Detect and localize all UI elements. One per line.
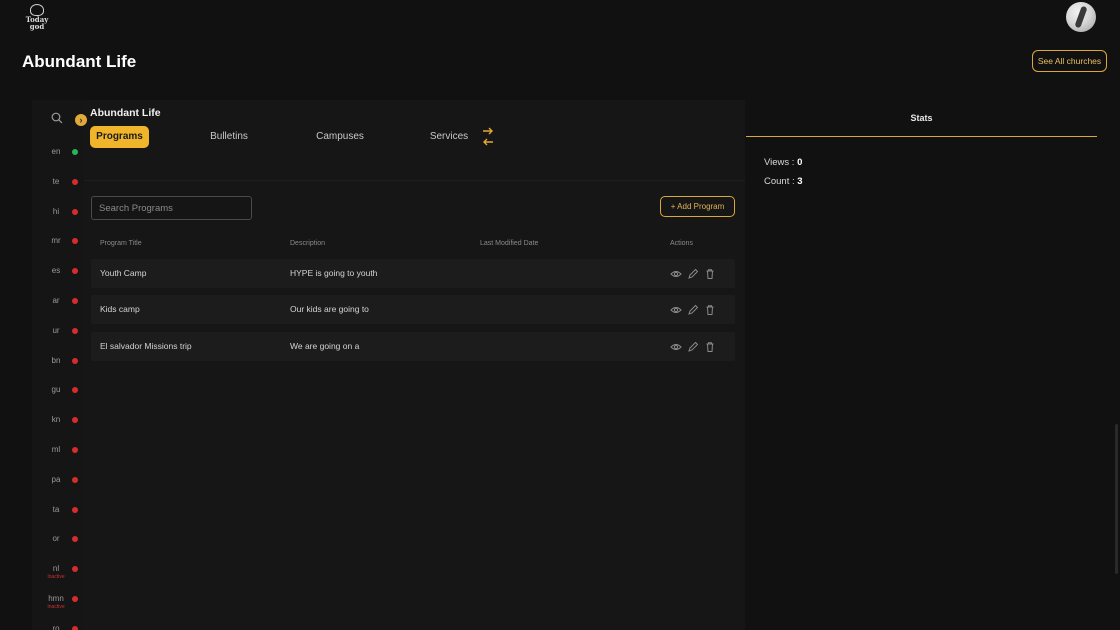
- tab-services[interactable]: Services: [424, 126, 474, 148]
- table-row[interactable]: Youth Camp HYPE is going to youth: [91, 259, 735, 288]
- status-missing-dot: [72, 506, 78, 513]
- count-label: Count :: [764, 176, 798, 187]
- search-programs-input[interactable]: [91, 196, 252, 220]
- program-description-cell: We are going on a: [290, 340, 360, 351]
- pencil-icon[interactable]: [687, 267, 699, 279]
- column-header-modified: Last Modified Date: [480, 240, 539, 247]
- status-missing-dot: [72, 178, 78, 185]
- views-label: Views :: [764, 157, 798, 168]
- language-item-en[interactable]: en: [32, 147, 84, 161]
- status-missing-dot: [72, 327, 78, 334]
- language-item-te[interactable]: te: [32, 177, 84, 191]
- tab-programs[interactable]: Programs: [90, 126, 149, 148]
- pencil-icon[interactable]: [687, 340, 699, 352]
- inactive-label: Inactive: [47, 604, 65, 610]
- column-header-actions: Actions: [670, 240, 693, 247]
- tab-bulletins[interactable]: Bulletins: [204, 126, 254, 148]
- add-program-button[interactable]: + Add Program: [660, 196, 735, 217]
- stats-heading: Stats: [746, 100, 1097, 137]
- trash-icon[interactable]: [704, 340, 716, 352]
- status-missing-dot: [72, 476, 78, 483]
- count-stat: Count : 3: [764, 176, 803, 187]
- status-missing-dot: [72, 357, 78, 364]
- page-scrollbar[interactable]: [1115, 424, 1118, 574]
- trash-icon[interactable]: [704, 303, 716, 316]
- language-item-nl[interactable]: nl Inactive: [32, 564, 84, 581]
- user-avatar[interactable]: [1066, 2, 1096, 32]
- see-all-churches-button[interactable]: See All churches: [1032, 50, 1107, 72]
- status-missing-dot: [72, 447, 78, 453]
- program-description-cell: Our kids are going to: [290, 304, 369, 315]
- views-stat: Views : 0: [764, 157, 802, 168]
- count-value: 3: [797, 176, 803, 187]
- app-logo[interactable]: Today god: [26, 3, 48, 31]
- status-missing-dot: [72, 208, 78, 215]
- language-item-mr[interactable]: mr: [32, 236, 84, 250]
- eye-icon[interactable]: [670, 303, 682, 315]
- status-missing-dot: [72, 298, 78, 304]
- table-row[interactable]: El salvador Missions trip We are going on…: [91, 331, 735, 361]
- language-item-bn[interactable]: bn: [32, 356, 84, 370]
- status-missing-dot: [72, 625, 78, 630]
- program-title-cell: Kids camp: [100, 304, 140, 315]
- language-item-hmn[interactable]: hmn Inactive: [32, 594, 84, 610]
- language-item-pa[interactable]: pa: [32, 475, 84, 489]
- language-item-ta[interactable]: ta: [32, 505, 84, 519]
- program-title-cell: Youth Camp: [100, 268, 147, 278]
- swap-arrows-icon[interactable]: [482, 127, 494, 147]
- language-item-ro[interactable]: ro: [32, 624, 84, 630]
- views-value: 0: [797, 157, 803, 168]
- language-item-ml[interactable]: ml: [32, 445, 84, 459]
- column-header-description: Description: [290, 240, 326, 247]
- program-description-cell: HYPE is going to youth: [290, 268, 378, 278]
- eye-icon[interactable]: [670, 267, 682, 279]
- column-header-title: Program Title: [100, 240, 142, 247]
- page-title: Abundant Life: [22, 52, 137, 71]
- logo-text-bottom: god: [29, 22, 45, 31]
- tab-campuses[interactable]: Campuses: [312, 126, 368, 148]
- language-sidebar: › en te hi mr es ar ur bn gu kn ml pa ta or nl Inactive…: [32, 100, 87, 630]
- church-panel: › en te hi mr es ar ur bn gu kn ml pa ta or nl Inactive…: [32, 100, 745, 630]
- language-item-ar[interactable]: ar: [32, 296, 84, 310]
- language-item-es[interactable]: es: [32, 266, 84, 280]
- program-title-cell: El salvador Missions trip: [100, 340, 192, 351]
- search-icon[interactable]: [51, 112, 63, 124]
- status-check-icon: [72, 149, 78, 155]
- pencil-icon[interactable]: [687, 303, 699, 316]
- church-name: Abundant Life: [90, 107, 161, 119]
- eye-icon[interactable]: [670, 340, 682, 352]
- stats-panel: Stats Views : 0 Count : 3: [746, 100, 1120, 630]
- language-item-kn[interactable]: kn: [32, 415, 84, 429]
- language-item-ur[interactable]: ur: [32, 326, 84, 340]
- table-row[interactable]: Kids camp Our kids are going to: [91, 295, 735, 325]
- trash-icon[interactable]: [704, 267, 716, 279]
- language-item-or[interactable]: or: [32, 534, 84, 548]
- language-item-hi[interactable]: hi: [32, 207, 84, 221]
- language-item-gu[interactable]: gu: [32, 385, 84, 399]
- tabs-divider: [84, 180, 745, 181]
- status-missing-dot: [72, 596, 78, 602]
- programs-content: Abundant Life Programs Bulletins Campuse…: [84, 100, 745, 630]
- inactive-label: Inactive: [47, 574, 65, 581]
